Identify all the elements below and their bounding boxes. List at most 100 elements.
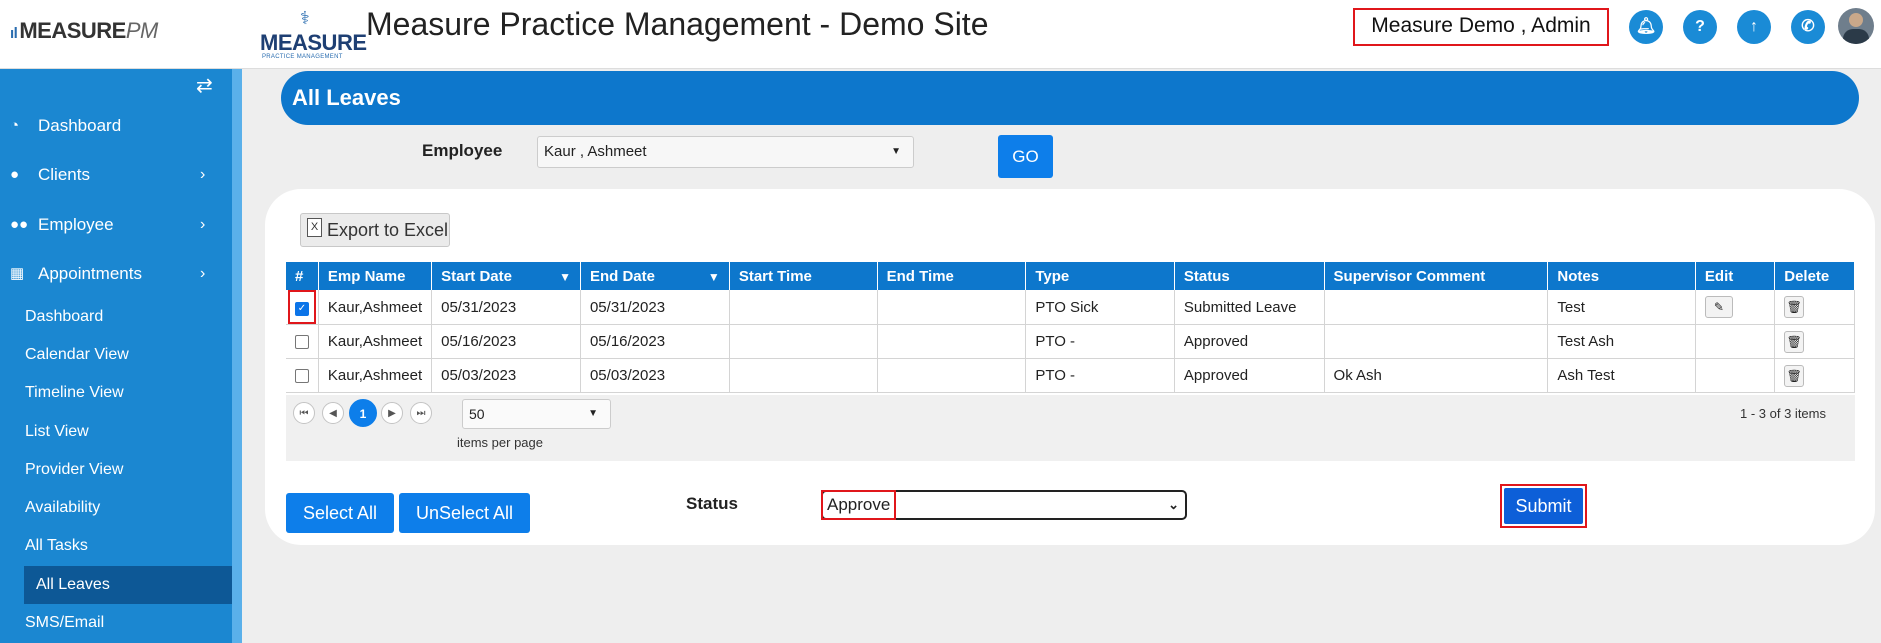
help-icon[interactable]: ? <box>1683 10 1717 44</box>
sidebar-item-label: Clients <box>38 165 90 184</box>
upload-icon[interactable]: ↑ <box>1737 10 1771 44</box>
sidebar-item-appointments[interactable]: ▦ Appointments › <box>0 254 232 294</box>
col-header-start-time[interactable]: Start Time <box>729 262 878 290</box>
trash-icon[interactable]: 🗑︎ <box>1784 364 1805 387</box>
cell-start-date: 05/31/2023 <box>431 290 581 325</box>
col-header-notes[interactable]: Notes <box>1547 262 1696 290</box>
brand-mark-icon: ıl <box>10 25 18 42</box>
cell-edit <box>1695 358 1776 393</box>
export-to-excel-button[interactable]: X Export to Excel <box>300 213 450 247</box>
unselect-all-button[interactable]: UnSelect All <box>399 493 530 533</box>
calendar-icon: ▦ <box>10 265 25 282</box>
cell-end-time <box>877 358 1027 393</box>
go-button[interactable]: GO <box>998 135 1053 178</box>
sidebar-subitem-list-view[interactable]: List View <box>0 413 232 451</box>
excel-icon: X <box>307 218 322 237</box>
edit-pencil-icon[interactable]: ✎ <box>1704 296 1733 318</box>
trash-icon[interactable]: 🗑︎ <box>1784 330 1805 353</box>
employee-select[interactable]: Kaur , Ashmeet ▼ <box>537 136 914 168</box>
measure-logo: ⚕ MEASURE PRACTICE MANAGEMENT <box>258 8 367 60</box>
cell-start-time <box>729 290 878 325</box>
top-bar: ılMEASUREPM ⚕ MEASURE PRACTICE MANAGEMEN… <box>0 0 1881 69</box>
table-row[interactable]: ✓ Kaur,Ashmeet 05/31/2023 05/31/2023 PTO… <box>286 290 1855 325</box>
select-all-button[interactable]: Select All <box>286 493 394 533</box>
page-size-value: 50 <box>469 406 485 422</box>
prev-page-icon[interactable]: ◀ <box>322 402 344 424</box>
col-header-start-date[interactable]: Start Date ▼ <box>431 262 581 290</box>
cell-delete: 🗑︎ <box>1774 324 1855 359</box>
submit-highlight: Submit <box>1500 484 1587 528</box>
sidebar-item-clients[interactable]: ● Clients › <box>0 155 232 195</box>
user-menu[interactable]: Measure Demo , Admin <box>1353 8 1609 46</box>
table-row[interactable]: Kaur,Ashmeet 05/03/2023 05/03/2023 PTO -… <box>286 358 1855 393</box>
first-page-icon[interactable]: ⏮ <box>293 402 315 424</box>
sidebar-item-dashboard[interactable]: ◔ Dashboard <box>0 106 232 146</box>
col-header-end-time[interactable]: End Time <box>877 262 1027 290</box>
sidebar-toggle-icon[interactable]: ⇄ <box>196 73 213 98</box>
brand-word: MEASURE <box>19 18 126 43</box>
cell-start-time <box>729 324 878 359</box>
col-header-type[interactable]: Type <box>1025 262 1175 290</box>
row-checkbox[interactable] <box>294 369 309 384</box>
cell-end-time <box>877 324 1027 359</box>
cell-edit <box>1695 324 1776 359</box>
cell-edit: ✎ <box>1695 290 1776 325</box>
user-icon: ● <box>10 166 20 183</box>
cell-type: PTO Sick <box>1025 290 1175 325</box>
sidebar-subitem-calendar-view[interactable]: Calendar View <box>0 336 232 374</box>
status-label: Status <box>686 494 738 513</box>
cell-start-date: 05/03/2023 <box>431 358 581 393</box>
sidebar-subitem-timeline-view[interactable]: Timeline View <box>0 374 232 412</box>
row-select-cell: ✓ <box>286 290 319 325</box>
filter-icon[interactable]: ▼ <box>559 270 571 284</box>
page-header: All Leaves <box>281 71 1859 125</box>
cell-delete: 🗑︎ <box>1774 290 1855 325</box>
cell-supervisor-comment <box>1324 290 1549 325</box>
sidebar-edge <box>232 69 242 643</box>
chevron-down-icon: ⌄ <box>1168 497 1179 512</box>
cell-emp-name: Kaur,Ashmeet <box>318 290 433 325</box>
phone-icon[interactable]: ✆ <box>1791 10 1825 44</box>
avatar[interactable] <box>1838 8 1874 44</box>
logo-tagline: PRACTICE MANAGEMENT <box>262 54 343 60</box>
col-header-status[interactable]: Status <box>1174 262 1325 290</box>
row-select-cell <box>286 324 319 359</box>
users-icon: ●● <box>10 216 29 233</box>
bell-icon[interactable]: 🔔︎ <box>1629 10 1663 44</box>
brand-logo[interactable]: ılMEASUREPM <box>10 18 158 44</box>
row-checkbox[interactable]: ✓ <box>294 302 309 317</box>
col-header-select: # <box>286 262 319 290</box>
sidebar-subitem-all-tasks[interactable]: All Tasks <box>0 527 232 565</box>
cell-end-date: 05/31/2023 <box>580 290 730 325</box>
sidebar-subitem-provider-view[interactable]: Provider View <box>0 451 232 489</box>
cell-supervisor-comment <box>1324 324 1549 359</box>
sidebar-subitem-sms-email[interactable]: SMS/Email <box>0 604 232 642</box>
next-page-icon[interactable]: ▶ <box>381 402 403 424</box>
status-select[interactable]: Approve ⌄ <box>821 490 1187 520</box>
cell-type: PTO - <box>1025 324 1175 359</box>
last-page-icon[interactable]: ⏭ <box>410 402 432 424</box>
brand-suffix: PM <box>125 18 159 43</box>
cell-emp-name: Kaur,Ashmeet <box>318 324 433 359</box>
filter-icon[interactable]: ▼ <box>708 270 720 284</box>
status-select-value: Approve <box>821 490 897 520</box>
trash-icon[interactable]: 🗑︎ <box>1784 296 1805 318</box>
sidebar-item-label: Appointments <box>38 264 142 283</box>
site-title: Measure Practice Management - Demo Site <box>366 6 989 42</box>
chevron-right-icon: › <box>200 216 206 233</box>
table-row[interactable]: Kaur,Ashmeet 05/16/2023 05/16/2023 PTO -… <box>286 324 1855 359</box>
current-page-button[interactable]: 1 <box>349 399 377 427</box>
submit-button[interactable]: Submit <box>1504 488 1583 524</box>
sidebar-subitem-dashboard[interactable]: Dashboard <box>0 298 232 336</box>
col-header-end-date[interactable]: End Date ▼ <box>580 262 730 290</box>
sidebar-subitem-all-leaves[interactable]: All Leaves <box>24 566 232 604</box>
cell-notes: Test <box>1547 290 1696 325</box>
col-header-supervisor-comment[interactable]: Supervisor Comment <box>1324 262 1549 290</box>
page-size-select[interactable]: 50 ▼ <box>462 399 611 429</box>
col-header-emp-name[interactable]: Emp Name <box>318 262 433 290</box>
employee-label: Employee <box>422 141 503 160</box>
row-checkbox[interactable] <box>294 335 309 350</box>
sidebar-subitem-availability[interactable]: Availability <box>0 489 232 527</box>
sidebar-item-employee[interactable]: ●● Employee › <box>0 205 232 245</box>
chevron-right-icon: › <box>200 265 206 282</box>
